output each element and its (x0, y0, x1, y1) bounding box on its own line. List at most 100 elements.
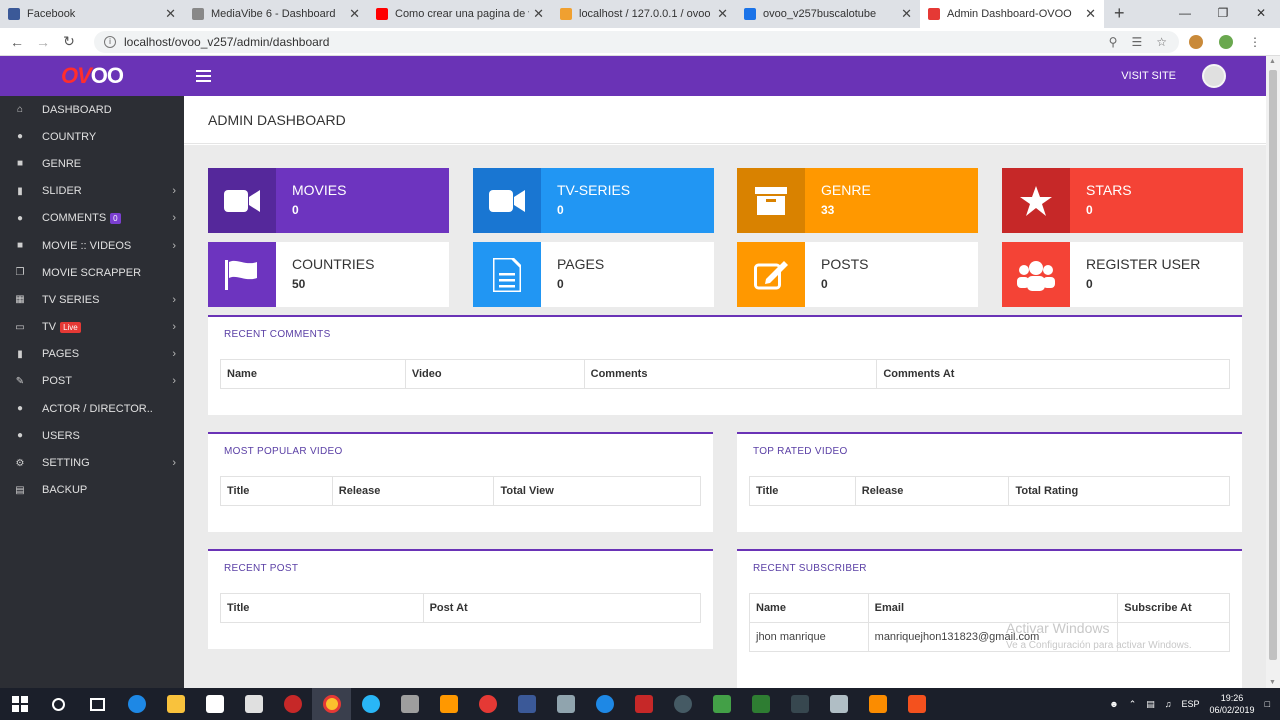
stat-card-stars[interactable]: STARS 0 (1002, 168, 1243, 233)
tab-favicon-icon (376, 8, 388, 20)
sidebar-item-actor-director[interactable]: ● ACTOR / DIRECTOR.. (0, 395, 184, 422)
windows-start-icon[interactable] (0, 688, 39, 720)
tab-close-icon[interactable]: ✕ (349, 6, 360, 22)
app-green-icon[interactable] (702, 688, 741, 720)
stat-card-movies[interactable]: MOVIES 0 (208, 168, 449, 233)
sidebar-item-label: SLIDER (42, 185, 82, 198)
app-blue-icon[interactable] (351, 688, 390, 720)
stat-card-register-user[interactable]: REGISTER USER 0 (1002, 242, 1243, 307)
app-window-icon[interactable] (819, 688, 858, 720)
stat-card-posts[interactable]: POSTS 0 (737, 242, 978, 307)
browser-tab[interactable]: localhost / 127.0.0.1 / ovoo | ph ✕ (552, 0, 736, 28)
chrome-icon[interactable] (312, 688, 351, 720)
stat-card-genre[interactable]: GENRE 33 (737, 168, 978, 233)
tab-close-icon[interactable]: ✕ (901, 6, 912, 22)
tab-close-icon[interactable]: ✕ (717, 6, 728, 22)
sidebar-item-tv[interactable]: ▭ TV Live › (0, 314, 184, 341)
profile-icon[interactable] (1219, 34, 1233, 49)
sidebar-item-movie-videos[interactable]: ■ MOVIE :: VIDEOS › (0, 232, 184, 259)
video-camera-icon (473, 168, 541, 233)
browser-tab[interactable]: MediaVibe 6 - Dashboard ✕ (184, 0, 368, 28)
forward-icon[interactable]: → (30, 34, 56, 50)
language-indicator[interactable]: ESP (1182, 699, 1200, 709)
tools-icon[interactable] (390, 688, 429, 720)
sidebar-item-genre[interactable]: ■ GENRE (0, 150, 184, 177)
app-red-icon[interactable] (273, 688, 312, 720)
browser-tab[interactable]: Admin Dashboard-OVOO ✕ (920, 0, 1104, 28)
stat-value: 0 (1086, 203, 1093, 217)
clock[interactable]: 19:26 06/02/2019 (1210, 692, 1255, 716)
sidebar-item-users[interactable]: ● USERS (0, 422, 184, 449)
app-dark-icon[interactable] (663, 688, 702, 720)
network-icon[interactable]: ▤ (1146, 699, 1155, 710)
sidebar-item-dashboard[interactable]: ⌂ DASHBOARD (0, 96, 184, 123)
url-input[interactable]: i localhost/ovoo_v257/admin/dashboard ⚲ … (94, 30, 1179, 53)
sidebar-item-pages[interactable]: ▮ PAGES › (0, 341, 184, 368)
notifications-icon[interactable]: □ (1265, 699, 1270, 709)
task-view-icon[interactable] (78, 688, 117, 720)
info-icon[interactable]: i (104, 35, 116, 48)
page-scrollbar[interactable]: ▲ ▼ (1266, 56, 1280, 688)
app-files-icon[interactable] (546, 688, 585, 720)
stat-card-tv-series[interactable]: TV-SERIES 0 (473, 168, 714, 233)
search-icon[interactable] (39, 688, 78, 720)
camtasia-icon[interactable] (741, 688, 780, 720)
people-icon[interactable]: ☻ (1109, 699, 1118, 709)
key-icon[interactable]: ⚲ (1109, 35, 1118, 49)
translate-icon[interactable]: ☰ (1131, 35, 1142, 49)
stat-title: REGISTER USER (1086, 256, 1201, 272)
bookmark-star-icon[interactable]: ☆ (1156, 35, 1167, 49)
hamburger-menu-icon[interactable] (196, 70, 211, 82)
teamviewer-icon[interactable] (585, 688, 624, 720)
stat-title: STARS (1086, 182, 1132, 198)
avatar[interactable] (1202, 64, 1226, 88)
copy-icon: ❐ (15, 267, 25, 279)
stat-value: 0 (557, 203, 564, 217)
volume-icon[interactable]: ♫ (1165, 699, 1172, 709)
xampp-icon[interactable] (858, 688, 897, 720)
close-window-button[interactable]: ✕ (1242, 0, 1280, 28)
minimize-button[interactable]: — (1166, 0, 1204, 28)
sidebar-item-backup[interactable]: ▤ BACKUP (0, 477, 184, 504)
tab-close-icon[interactable]: ✕ (165, 6, 176, 22)
tab-favicon-icon (928, 8, 940, 20)
app-c-icon[interactable] (897, 688, 936, 720)
file-explorer-icon[interactable] (156, 688, 195, 720)
sidebar-item-slider[interactable]: ▮ SLIDER › (0, 178, 184, 205)
new-tab-button[interactable]: + (1114, 0, 1125, 28)
reload-icon[interactable]: ↻ (56, 33, 82, 50)
tab-close-icon[interactable]: ✕ (533, 6, 544, 22)
extension-cookie-icon[interactable] (1189, 34, 1203, 49)
browser-tab[interactable]: Como crear una pagina de vide ✕ (368, 0, 552, 28)
tab-close-icon[interactable]: ✕ (1085, 6, 1096, 22)
sublime-icon[interactable] (429, 688, 468, 720)
maximize-button[interactable]: ❐ (1204, 0, 1242, 28)
scroll-up-icon[interactable]: ▲ (1269, 58, 1276, 65)
scroll-down-icon[interactable]: ▼ (1269, 679, 1276, 686)
tray-up-icon[interactable]: ⌃ (1129, 699, 1137, 710)
back-icon[interactable]: ← (4, 34, 30, 50)
sidebar-item-movie-scrapper[interactable]: ❐ MOVIE SCRAPPER (0, 259, 184, 286)
edge-icon[interactable] (117, 688, 156, 720)
app-monitor-icon[interactable] (780, 688, 819, 720)
mail-icon[interactable] (234, 688, 273, 720)
sidebar-item-comments[interactable]: ● COMMENTS 0 › (0, 205, 184, 232)
sidebar-item-country[interactable]: ● COUNTRY (0, 123, 184, 150)
stat-card-countries[interactable]: COUNTRIES 50 (208, 242, 449, 307)
sidebar-item-post[interactable]: ✎ POST › (0, 368, 184, 395)
opera-icon[interactable] (468, 688, 507, 720)
stat-card-pages[interactable]: PAGES 0 (473, 242, 714, 307)
browser-tab[interactable]: Facebook ✕ (0, 0, 184, 28)
store-icon[interactable] (195, 688, 234, 720)
browser-tab[interactable]: ovoo_v257buscalotube ✕ (736, 0, 920, 28)
clock-date: 06/02/2019 (1209, 705, 1255, 715)
chrome-menu-icon[interactable]: ⋮ (1249, 35, 1261, 49)
visit-site-link[interactable]: VISIT SITE (1121, 70, 1176, 82)
sidebar-item-tv-series[interactable]: ▦ TV SERIES › (0, 286, 184, 313)
stat-value: 0 (1086, 277, 1093, 291)
sidebar-item-setting[interactable]: ⚙ SETTING › (0, 449, 184, 476)
scrollbar-thumb[interactable] (1269, 70, 1277, 660)
facebook-icon[interactable] (507, 688, 546, 720)
logo[interactable]: OV OO (0, 56, 184, 96)
filezilla-icon[interactable] (624, 688, 663, 720)
